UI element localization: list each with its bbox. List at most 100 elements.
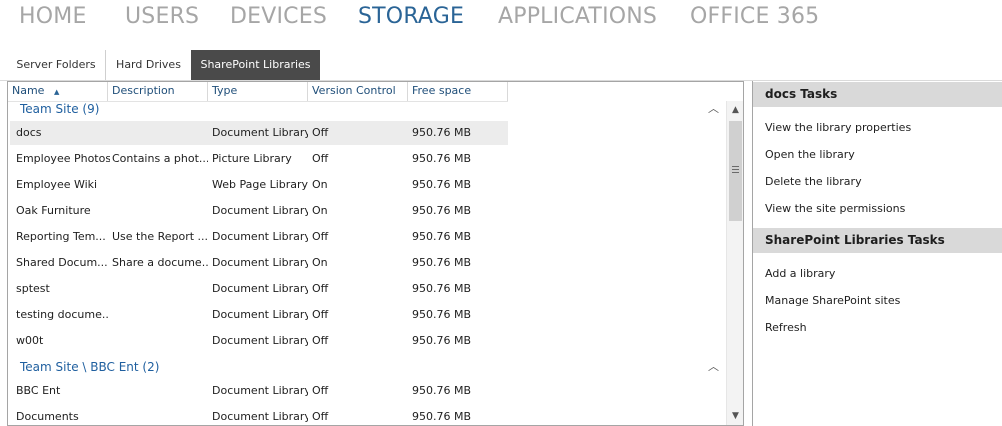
cell-name: docs (16, 126, 42, 139)
cell-type: Document Library (212, 230, 308, 243)
table-row[interactable]: Documents Document Library Off 950.76 MB (10, 405, 508, 425)
cell-version-control: Off (312, 308, 329, 321)
cell-version-control: Off (312, 152, 329, 165)
cell-free-space: 950.76 MB (412, 410, 472, 423)
tasks-pane: docs Tasks View the library properties O… (752, 81, 1002, 426)
cell-type: Document Library (212, 384, 308, 397)
sharepoint-libraries-tasks-header: SharePoint Libraries Tasks (753, 228, 1002, 253)
view-library-properties-link[interactable]: View the library properties (765, 121, 911, 134)
sharepoint-library-list[interactable]: Name ▲ Description Type Version Control … (7, 81, 744, 426)
tab-server-folders[interactable]: Server Folders (7, 50, 105, 80)
cell-version-control: On (312, 178, 328, 191)
group-header-team-site-bbc-ent[interactable]: Team Site \ BBC Ent (2) ︿ (8, 357, 726, 379)
nav-applications[interactable]: APPLICATIONS (498, 4, 657, 29)
table-row[interactable]: Oak Furniture Document Library On 950.76… (10, 199, 508, 223)
table-row[interactable]: Employee Photos Contains a phot... Pictu… (10, 147, 508, 171)
group-label: Team Site (9) (20, 102, 100, 116)
cell-name: Employee Wiki (16, 178, 98, 191)
cell-free-space: 950.76 MB (412, 152, 472, 165)
chevron-up-icon[interactable]: ▲ (727, 101, 743, 119)
cell-type: Document Library (212, 282, 308, 295)
cell-description: Contains a phot... (112, 152, 208, 165)
cell-name: Shared Docum... (16, 256, 108, 269)
cell-version-control: Off (312, 410, 329, 423)
cell-name: w00t (16, 334, 44, 347)
cell-description (112, 121, 208, 145)
group-header-team-site[interactable]: Team Site (9) ︿ (8, 99, 726, 121)
scroll-grip-icon (732, 166, 739, 173)
table-row[interactable]: Employee Wiki Web Page Library On 950.76… (10, 173, 508, 197)
cell-name: testing docume... (16, 308, 110, 321)
cell-type: Document Library (212, 334, 308, 347)
cell-version-control: Off (312, 230, 329, 243)
table-row[interactable]: sptest Document Library Off 950.76 MB (10, 277, 508, 301)
cell-name: Employee Photos (16, 152, 110, 165)
cell-version-control: On (312, 204, 328, 217)
cell-free-space: 950.76 MB (412, 126, 472, 139)
refresh-link[interactable]: Refresh (765, 321, 807, 334)
table-row[interactable]: testing docume... Document Library Off 9… (10, 303, 508, 327)
storage-tabs: Server Folders Hard Drives SharePoint Li… (0, 50, 330, 80)
cell-description (112, 173, 208, 197)
cell-free-space: 950.76 MB (412, 308, 472, 321)
table-row[interactable]: Shared Docum... Share a docume... Docume… (10, 251, 508, 275)
cell-free-space: 950.76 MB (412, 204, 472, 217)
cell-description: Use the Report ... (112, 230, 208, 243)
top-navigation: HOME USERS DEVICES STORAGE APPLICATIONS … (0, 0, 1002, 40)
chevron-up-icon[interactable]: ︿ (708, 358, 719, 374)
chevron-down-icon[interactable]: ▼ (727, 407, 743, 425)
table-row[interactable]: docs Document Library Off 950.76 MB (10, 121, 508, 145)
cell-free-space: 950.76 MB (412, 256, 472, 269)
chevron-up-icon[interactable]: ︿ (708, 100, 719, 116)
cell-description (112, 303, 208, 327)
cell-description (112, 405, 208, 425)
cell-type: Document Library (212, 204, 308, 217)
table-row[interactable]: w00t Document Library Off 950.76 MB (10, 329, 508, 353)
cell-version-control: Off (312, 334, 329, 347)
manage-sharepoint-sites-link[interactable]: Manage SharePoint sites (765, 294, 900, 307)
cell-name: BBC Ent (16, 384, 61, 397)
column-header-name-label: Name (12, 84, 45, 97)
cell-description (112, 329, 208, 353)
cell-name: sptest (16, 282, 50, 295)
cell-free-space: 950.76 MB (412, 178, 472, 191)
cell-description (112, 277, 208, 301)
cell-version-control: On (312, 256, 328, 269)
add-library-link[interactable]: Add a library (765, 267, 835, 280)
cell-type: Document Library (212, 308, 308, 321)
cell-free-space: 950.76 MB (412, 334, 472, 347)
nav-home[interactable]: HOME (19, 4, 87, 29)
vertical-scrollbar[interactable]: ▲ ▼ (726, 101, 743, 425)
cell-type: Picture Library (212, 152, 292, 165)
cell-free-space: 950.76 MB (412, 384, 472, 397)
cell-description (112, 379, 208, 403)
cell-type: Web Page Library (212, 178, 308, 191)
docs-tasks-header: docs Tasks (753, 82, 1002, 107)
nav-users[interactable]: USERS (125, 4, 199, 29)
open-library-link[interactable]: Open the library (765, 148, 855, 161)
tab-sharepoint-libraries[interactable]: SharePoint Libraries (191, 50, 320, 80)
cell-name: Documents (16, 410, 79, 423)
cell-type: Document Library (212, 410, 308, 423)
cell-free-space: 950.76 MB (412, 230, 472, 243)
cell-type: Document Library (212, 256, 308, 269)
cell-version-control: Off (312, 282, 329, 295)
delete-library-link[interactable]: Delete the library (765, 175, 862, 188)
cell-version-control: Off (312, 126, 329, 139)
nav-storage[interactable]: STORAGE (358, 4, 464, 29)
scroll-thumb[interactable] (729, 121, 742, 221)
cell-version-control: Off (312, 384, 329, 397)
cell-free-space: 950.76 MB (412, 282, 472, 295)
nav-devices[interactable]: DEVICES (230, 4, 327, 29)
cell-name: Reporting Tem... (16, 230, 106, 243)
cell-type: Document Library (212, 126, 308, 139)
cell-name: Oak Furniture (16, 204, 91, 217)
cell-description (112, 199, 208, 223)
table-row[interactable]: Reporting Tem... Use the Report ... Docu… (10, 225, 508, 249)
tab-hard-drives[interactable]: Hard Drives (105, 50, 191, 80)
view-site-permissions-link[interactable]: View the site permissions (765, 202, 905, 215)
nav-office-365[interactable]: OFFICE 365 (690, 4, 819, 29)
table-row[interactable]: BBC Ent Document Library Off 950.76 MB (10, 379, 508, 403)
group-label: Team Site \ BBC Ent (2) (20, 360, 160, 374)
cell-description: Share a docume... (112, 256, 208, 269)
